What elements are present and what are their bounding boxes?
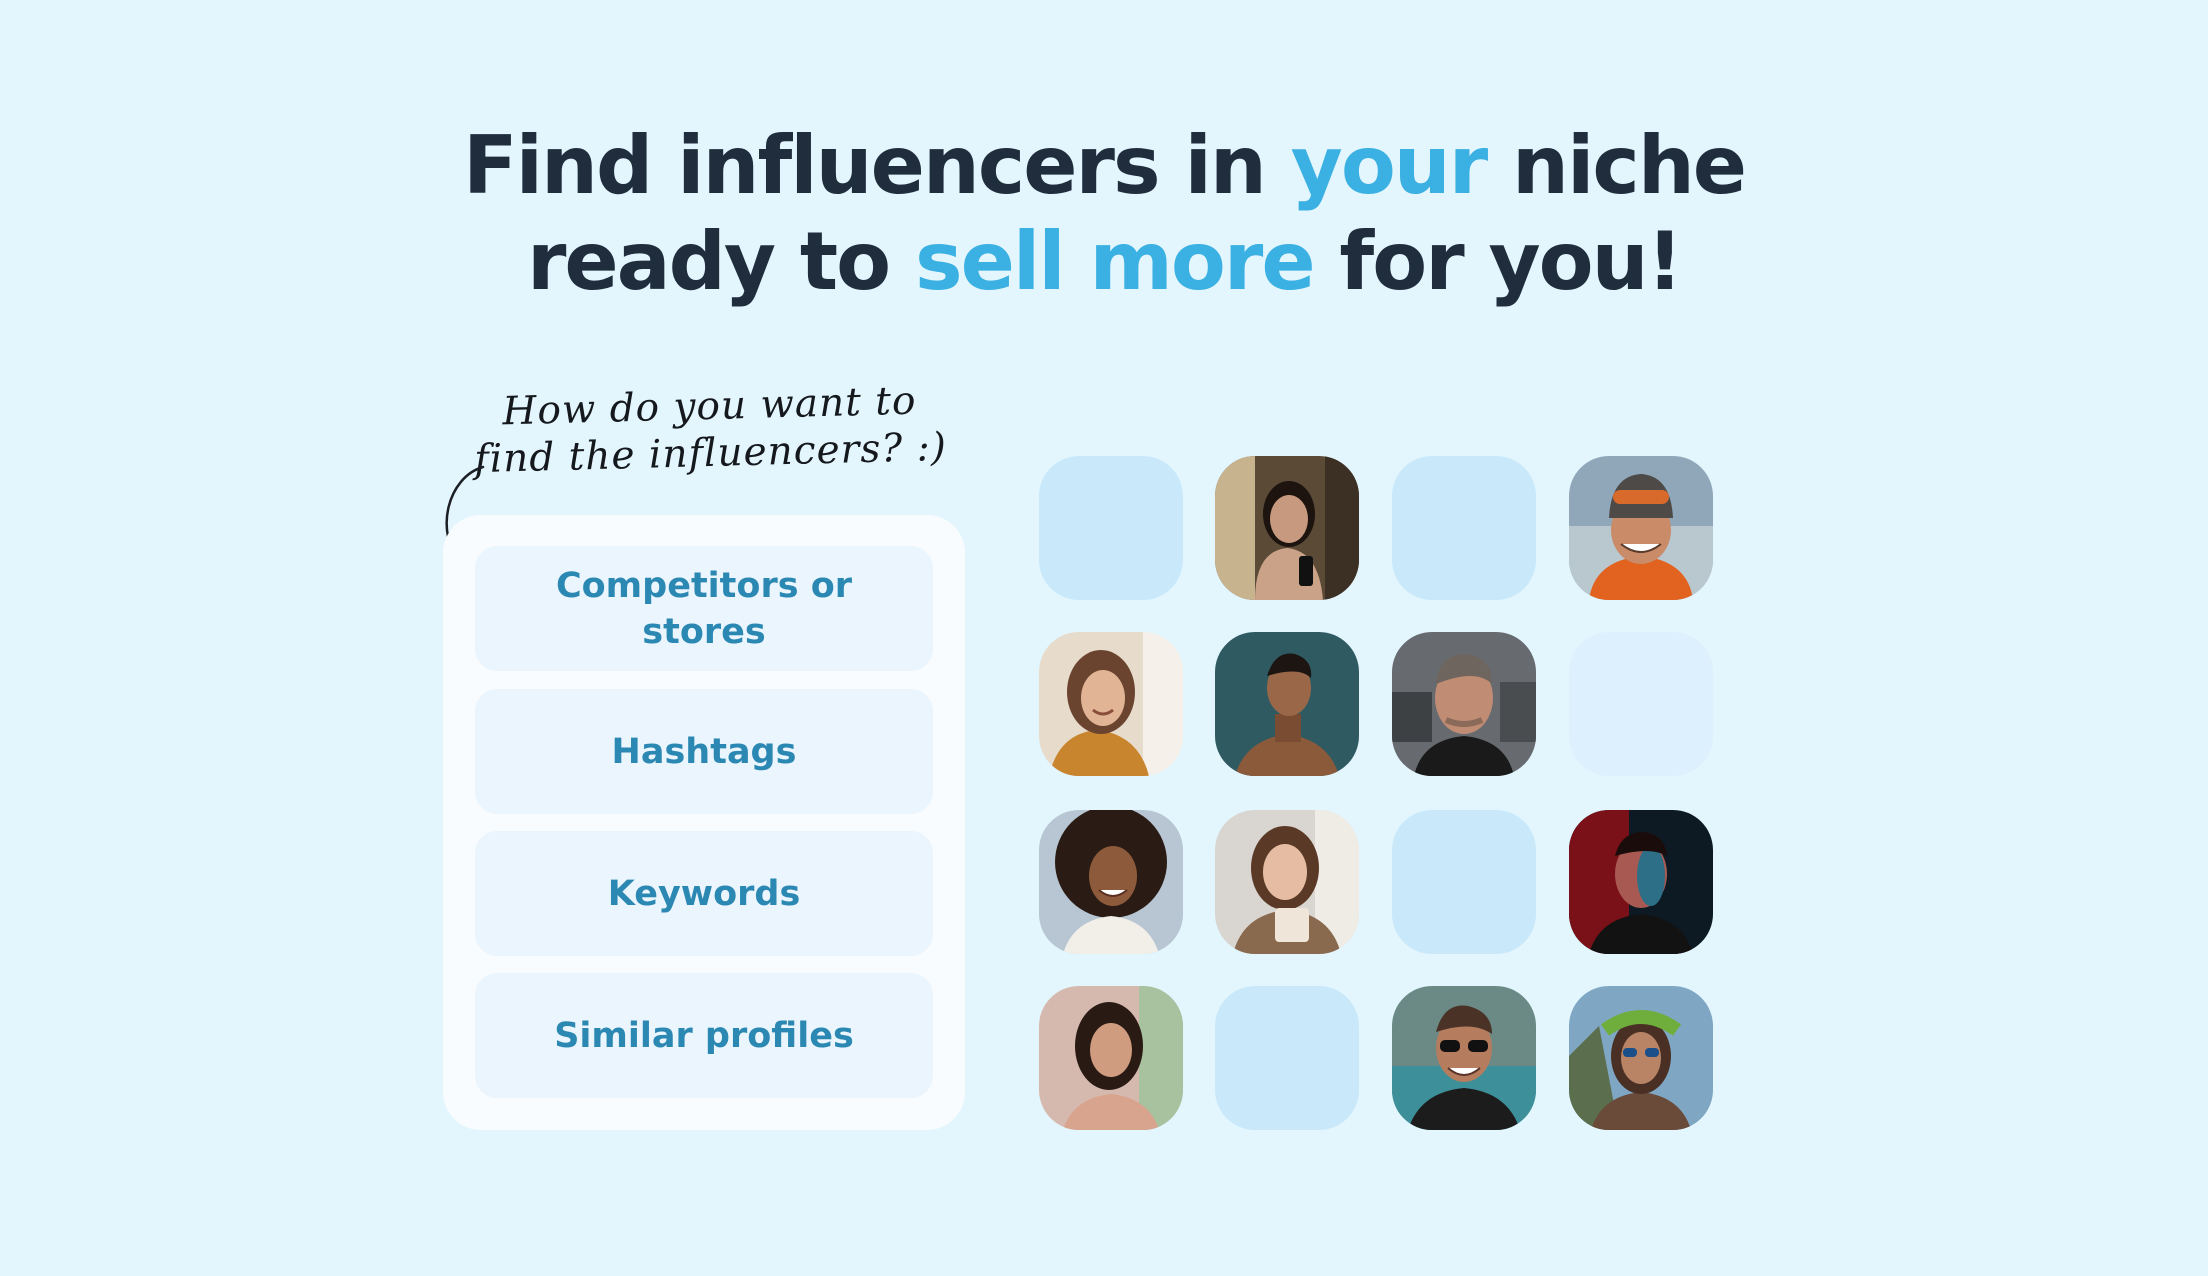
option-keywords[interactable]: Keywords [475, 831, 933, 956]
headline-accent-sell-more: sell more [914, 215, 1316, 308]
woman-curly-hair-avatar [1039, 810, 1183, 954]
woman-selfie-avatar [1215, 456, 1359, 600]
headline-line-1: Find influencers in your niche [462, 119, 1747, 212]
woman-street-avatar [1039, 986, 1183, 1130]
option-similar-profiles[interactable]: Similar profiles [475, 973, 933, 1098]
man-sky-avatar [1215, 632, 1359, 776]
faint-tile [1569, 632, 1713, 776]
blank-tile [1392, 810, 1536, 954]
man-sunglasses-avatar [1392, 986, 1536, 1130]
headline-accent-your: your [1290, 119, 1489, 212]
man-beanie-avatar [1569, 456, 1713, 600]
search-method-panel: Competitors or stores Hashtags Keywords … [443, 515, 965, 1130]
blank-tile [1215, 986, 1359, 1130]
headline-line-2: ready to sell more for you! [526, 215, 1683, 308]
handwritten-prompt: How do you want to find the influencers?… [473, 378, 948, 483]
blank-tile [1039, 456, 1183, 600]
blank-tile [1392, 456, 1536, 600]
man-red-light-avatar [1569, 810, 1713, 954]
woman-drink-avatar [1215, 810, 1359, 954]
man-gym-avatar [1392, 632, 1536, 776]
option-hashtags[interactable]: Hashtags [475, 689, 933, 814]
option-competitors-or-stores[interactable]: Competitors or stores [475, 546, 933, 671]
woman-flower-crown-avatar [1569, 986, 1713, 1130]
woman-smiling-avatar [1039, 632, 1183, 776]
page-headline: Find influencers in your niche ready to … [0, 118, 2208, 310]
